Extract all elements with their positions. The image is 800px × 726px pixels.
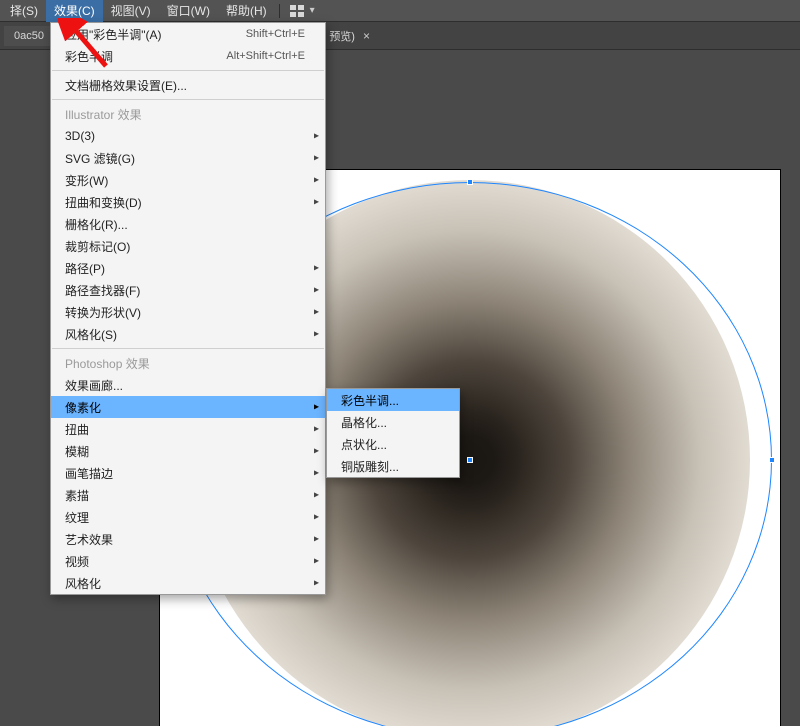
submenu-arrow-icon: ▸: [314, 175, 319, 186]
submenu-pointillize[interactable]: 点状化...: [327, 433, 459, 455]
menu-effect-gallery[interactable]: 效果画廊...: [51, 374, 325, 396]
menu-section-illustrator: Illustrator 效果: [51, 103, 325, 125]
menu-texture[interactable]: 纹理▸: [51, 506, 325, 528]
menu-rasterize[interactable]: 栅格化(R)...: [51, 213, 325, 235]
menu-warp[interactable]: 变形(W)▸: [51, 169, 325, 191]
menubar-separator: [279, 4, 280, 18]
submenu-color-halftone[interactable]: 彩色半调...: [327, 389, 459, 411]
menu-path[interactable]: 路径(P)▸: [51, 257, 325, 279]
menu-stylize-ps[interactable]: 风格化▸: [51, 572, 325, 594]
menu-section-photoshop: Photoshop 效果: [51, 352, 325, 374]
submenu-arrow-icon: ▸: [314, 446, 319, 457]
menu-last-effect[interactable]: 彩色半调 Alt+Shift+Ctrl+E: [51, 45, 325, 67]
submenu-arrow-icon: ▸: [314, 424, 319, 435]
menu-pathfinder[interactable]: 路径查找器(F)▸: [51, 279, 325, 301]
menu-video[interactable]: 视频▸: [51, 550, 325, 572]
submenu-arrow-icon: ▸: [314, 263, 319, 274]
menu-view[interactable]: 视图(V): [103, 0, 159, 22]
menu-apply-last[interactable]: 应用"彩色半调"(A) Shift+Ctrl+E: [51, 23, 325, 45]
menu-sketch[interactable]: 素描▸: [51, 484, 325, 506]
effect-menu: 应用"彩色半调"(A) Shift+Ctrl+E 彩色半调 Alt+Shift+…: [50, 22, 326, 595]
submenu-arrow-icon: ▸: [314, 512, 319, 523]
menu-doc-raster-settings[interactable]: 文档栅格效果设置(E)...: [51, 74, 325, 96]
menu-effect[interactable]: 效果(C): [46, 0, 103, 22]
menu-convert-to-shape[interactable]: 转换为形状(V)▸: [51, 301, 325, 323]
menu-artistic[interactable]: 艺术效果▸: [51, 528, 325, 550]
menu-separator: [52, 70, 324, 71]
submenu-arrow-icon: ▸: [314, 556, 319, 567]
tab-label-left: 0ac50: [14, 30, 44, 42]
submenu-arrow-icon: ▸: [314, 402, 319, 413]
submenu-arrow-icon: ▸: [314, 490, 319, 501]
menu-select[interactable]: 择(S): [2, 0, 46, 22]
menu-brush-strokes[interactable]: 画笔描边▸: [51, 462, 325, 484]
menu-separator: [52, 348, 324, 349]
handle-right[interactable]: [769, 457, 775, 463]
chevron-down-icon: ▾: [310, 5, 315, 16]
menu-blur[interactable]: 模糊▸: [51, 440, 325, 462]
submenu-arrow-icon: ▸: [314, 285, 319, 296]
menu-stylize-ai[interactable]: 风格化(S)▸: [51, 323, 325, 345]
pixelate-submenu: 彩色半调... 晶格化... 点状化... 铜版雕刻...: [326, 388, 460, 478]
menubar: 择(S) 效果(C) 视图(V) 窗口(W) 帮助(H) ▾: [0, 0, 800, 22]
submenu-arrow-icon: ▸: [314, 578, 319, 589]
menu-svg-filters[interactable]: SVG 滤镜(G)▸: [51, 147, 325, 169]
close-icon[interactable]: ×: [363, 29, 370, 43]
submenu-crystallize[interactable]: 晶格化...: [327, 411, 459, 433]
menu-distort-ps[interactable]: 扭曲▸: [51, 418, 325, 440]
menu-crop-marks[interactable]: 裁剪标记(O): [51, 235, 325, 257]
submenu-arrow-icon: ▸: [314, 534, 319, 545]
menu-distort-transform[interactable]: 扭曲和变换(D)▸: [51, 191, 325, 213]
submenu-arrow-icon: ▸: [314, 197, 319, 208]
submenu-arrow-icon: ▸: [314, 307, 319, 318]
menu-pixelate[interactable]: 像素化▸: [51, 396, 325, 418]
menu-window[interactable]: 窗口(W): [159, 0, 218, 22]
submenu-arrow-icon: ▸: [314, 153, 319, 164]
document-tab[interactable]: 0ac50: [4, 26, 54, 46]
submenu-arrow-icon: ▸: [314, 329, 319, 340]
layout-grid-icon[interactable]: ▾: [290, 5, 315, 17]
menu-help[interactable]: 帮助(H): [218, 0, 275, 22]
menu-3d[interactable]: 3D(3)▸: [51, 125, 325, 147]
submenu-arrow-icon: ▸: [314, 468, 319, 479]
submenu-arrow-icon: ▸: [314, 131, 319, 142]
submenu-mezzotint[interactable]: 铜版雕刻...: [327, 455, 459, 477]
menu-separator: [52, 99, 324, 100]
